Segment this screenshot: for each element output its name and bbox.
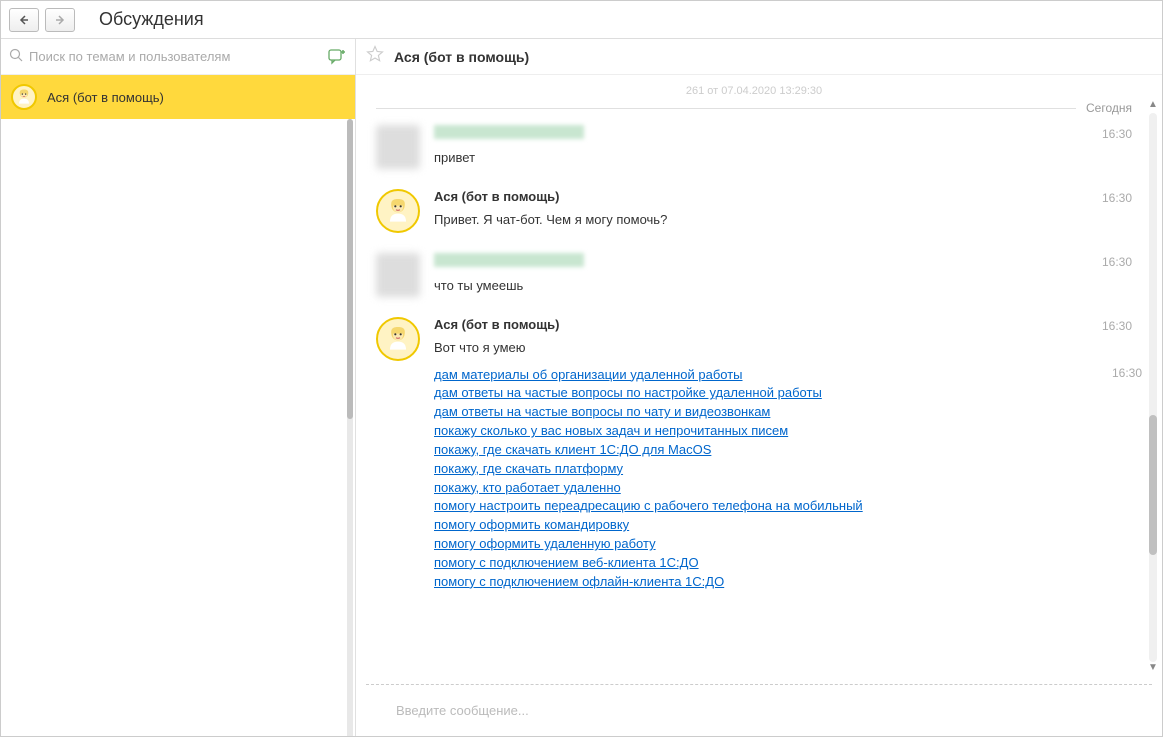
arrow-left-icon <box>18 14 30 26</box>
message-author <box>434 125 584 139</box>
conversation-item-label: Ася (бот в помощь) <box>47 90 164 105</box>
nav-forward-button[interactable] <box>45 8 75 32</box>
faded-prev-message: 261 от 07.04.2020 13:29:30 <box>376 85 1132 97</box>
scroll-up-icon[interactable]: ▲ <box>1148 99 1158 113</box>
day-separator: Сегодня <box>376 101 1132 115</box>
user-avatar <box>376 125 420 169</box>
sidebar-scrollbar[interactable] <box>347 119 353 737</box>
content-scrollbar[interactable]: ▲ ▼ <box>1148 99 1158 676</box>
message: Ася (бот в помощь) Вот что я умею 16:30 … <box>376 317 1132 592</box>
message-time: 16:30 <box>1112 366 1142 380</box>
user-avatar <box>376 253 420 297</box>
messages-area: 261 от 07.04.2020 13:29:30 Сегодня приве… <box>356 75 1162 684</box>
new-conversation-button[interactable] <box>327 47 347 67</box>
message-time: 16:30 <box>1102 191 1132 205</box>
bot-link[interactable]: дам ответы на частые вопросы по чату и в… <box>434 403 1132 422</box>
message-input[interactable] <box>386 697 1132 724</box>
message: что ты умеешь 16:30 <box>376 253 1132 297</box>
scroll-thumb[interactable] <box>1149 415 1157 555</box>
bot-link[interactable]: покажу, кто работает удаленно <box>434 479 1132 498</box>
search-row <box>1 39 355 75</box>
nav-back-button[interactable] <box>9 8 39 32</box>
search-input[interactable] <box>29 49 321 64</box>
chat-header: Ася (бот в помощь) <box>356 39 1162 75</box>
message-author: Ася (бот в помощь) <box>434 189 1132 204</box>
arrow-right-icon <box>54 14 66 26</box>
bot-link[interactable]: дам ответы на частые вопросы по настройк… <box>434 384 1132 403</box>
sidebar: Ася (бот в помощь) <box>1 39 356 736</box>
bot-link[interactable]: помогу с подключением веб-клиента 1С:ДО <box>434 554 1132 573</box>
topbar: Обсуждения <box>1 1 1162 39</box>
bot-link[interactable]: помогу настроить переадресацию с рабочег… <box>434 497 1132 516</box>
bot-link[interactable]: помогу оформить командировку <box>434 516 1132 535</box>
conversation-item[interactable]: Ася (бот в помощь) <box>1 75 355 119</box>
bot-avatar <box>376 189 420 233</box>
message-author: Ася (бот в помощь) <box>434 317 1132 332</box>
bot-link[interactable]: покажу, где скачать платформу <box>434 460 1132 479</box>
message-text: что ты умеешь <box>434 276 1132 296</box>
bot-avatar-icon <box>11 84 37 110</box>
day-label: Сегодня <box>1076 101 1132 115</box>
star-icon[interactable] <box>366 45 384 68</box>
message-text: Вот что я умею <box>434 338 1132 358</box>
search-icon <box>9 48 23 65</box>
main-area: Ася (бот в помощь) Ася (бот в помощь) 26… <box>1 39 1162 736</box>
app-window: Обсуждения Ася (бот в помощь) <box>0 0 1163 737</box>
message-text: привет <box>434 148 1132 168</box>
message-text: Привет. Я чат-бот. Чем я могу помочь? <box>434 210 1132 230</box>
page-title: Обсуждения <box>99 9 204 30</box>
bot-link[interactable]: помогу с подключением офлайн-клиента 1С:… <box>434 573 1132 592</box>
message-time: 16:30 <box>1102 255 1132 269</box>
bot-link[interactable]: дам материалы об организации удаленной р… <box>434 366 1132 385</box>
message-time: 16:30 <box>1102 127 1132 141</box>
message-input-area <box>366 684 1152 736</box>
bot-link[interactable]: покажу сколько у вас новых задач и непро… <box>434 422 1132 441</box>
sidebar-scroll-thumb[interactable] <box>347 119 353 419</box>
chat-title: Ася (бот в помощь) <box>394 49 529 65</box>
chat-panel: Ася (бот в помощь) 261 от 07.04.2020 13:… <box>356 39 1162 736</box>
scroll-track[interactable] <box>1149 113 1157 662</box>
message-time: 16:30 <box>1102 319 1132 333</box>
bot-links-block: 16:30 дам материалы об организации удале… <box>434 366 1132 592</box>
conversation-list: Ася (бот в помощь) <box>1 75 355 736</box>
bot-link[interactable]: помогу оформить удаленную работу <box>434 535 1132 554</box>
scroll-down-icon[interactable]: ▼ <box>1148 662 1158 676</box>
message-author <box>434 253 584 267</box>
message: Ася (бот в помощь) Привет. Я чат-бот. Че… <box>376 189 1132 233</box>
message: привет 16:30 <box>376 125 1132 169</box>
bot-avatar <box>376 317 420 361</box>
add-chat-icon <box>328 48 346 66</box>
bot-link[interactable]: покажу, где скачать клиент 1С:ДО для Mac… <box>434 441 1132 460</box>
